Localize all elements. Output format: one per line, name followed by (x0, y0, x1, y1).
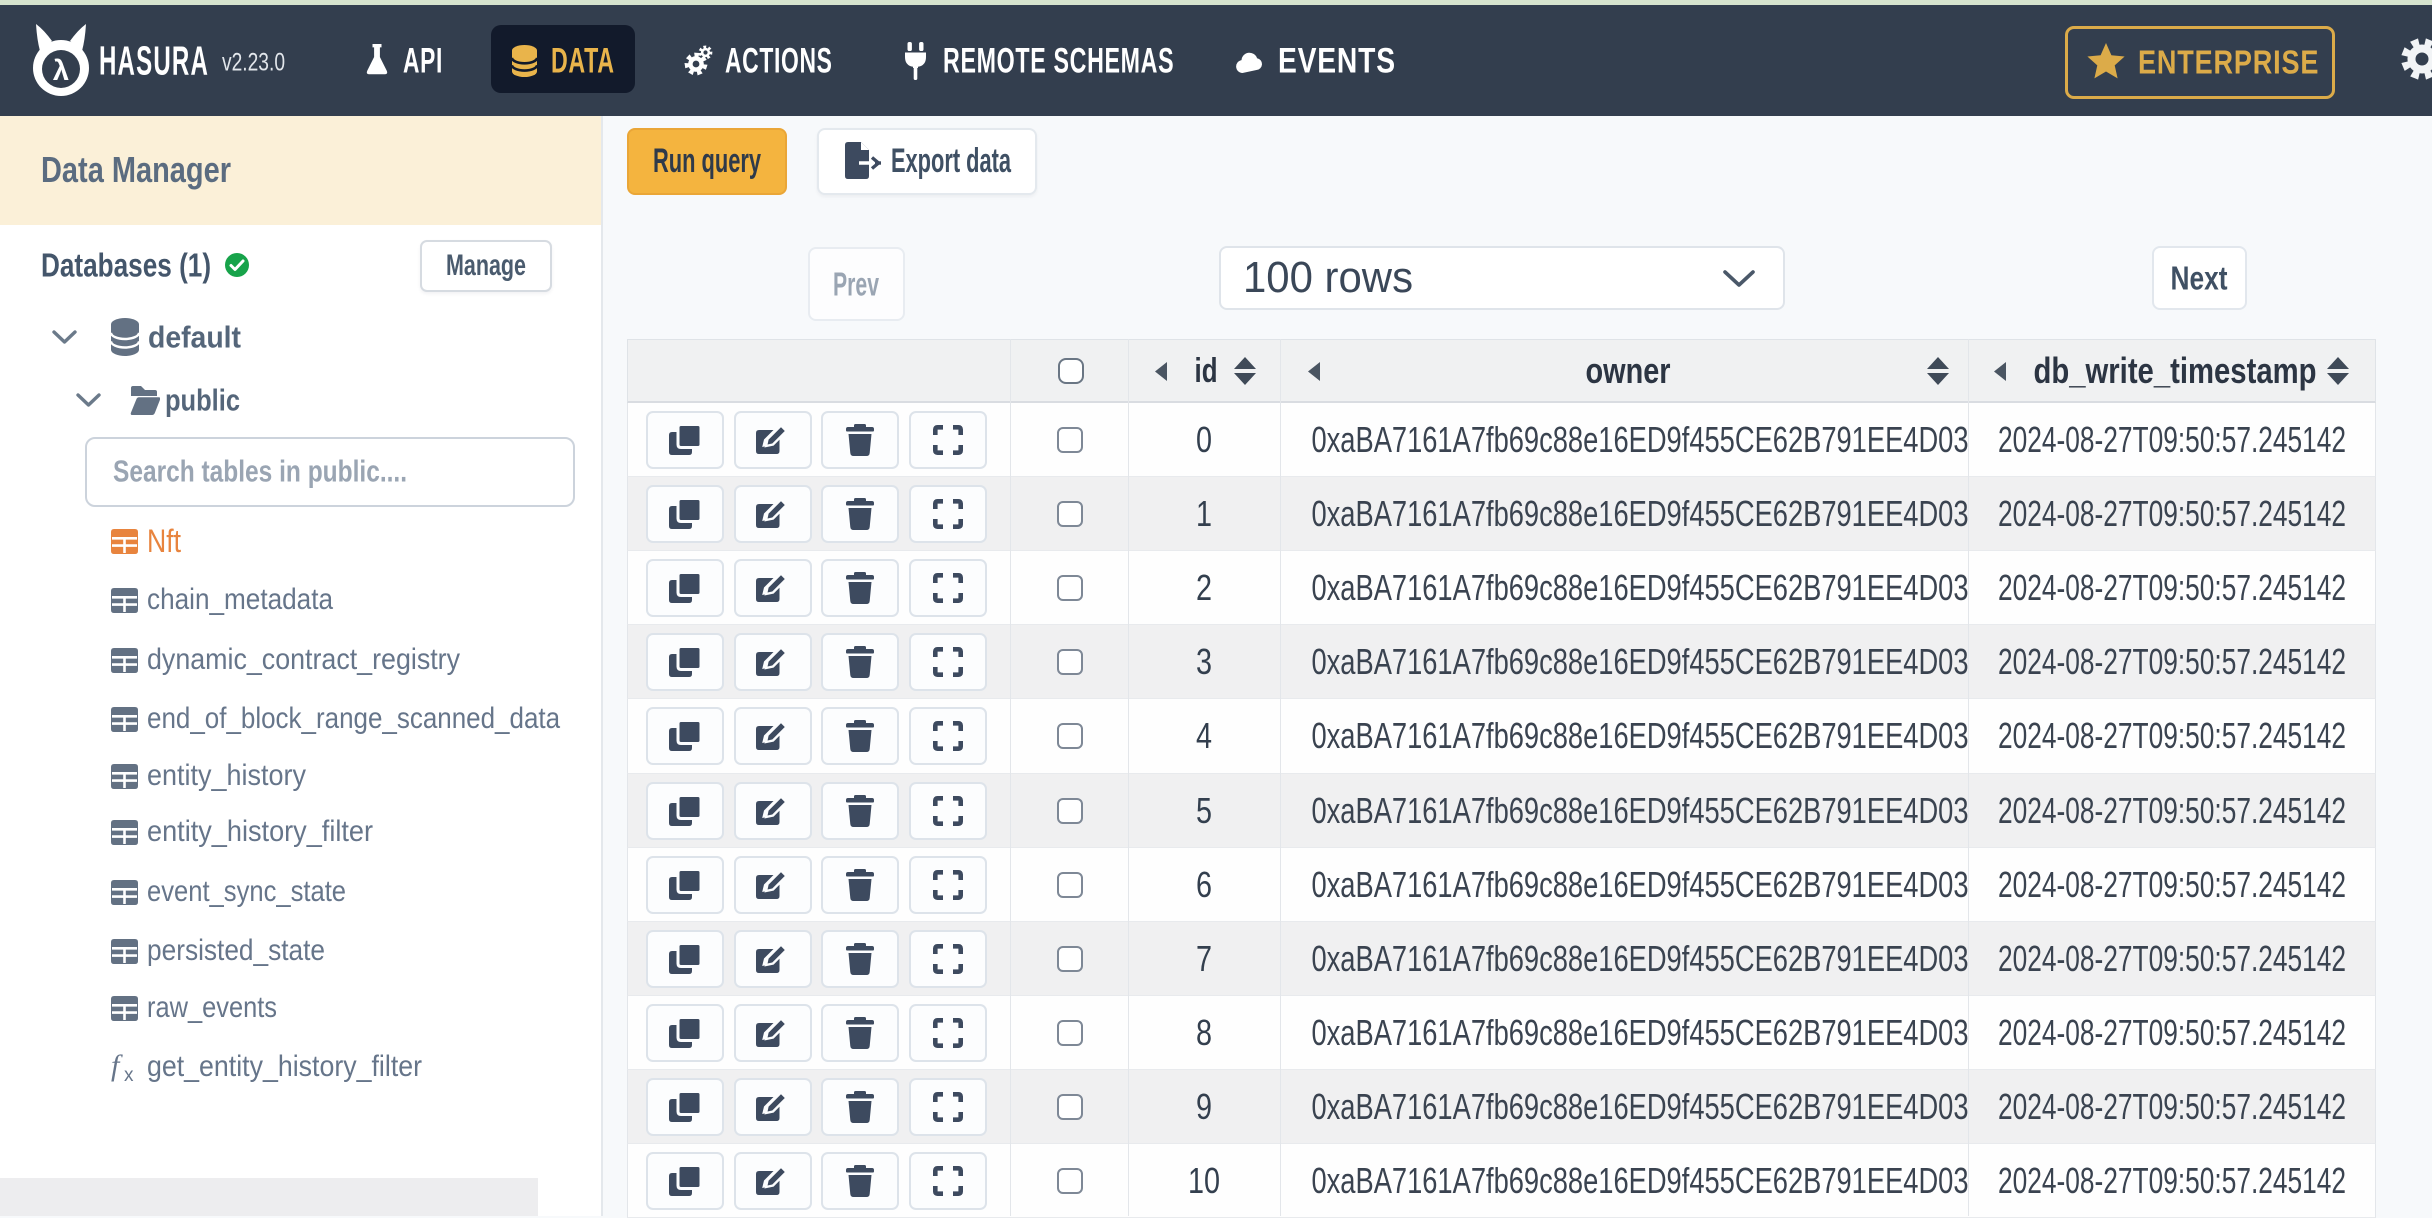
svg-text:f: f (111, 1050, 123, 1082)
svg-text:x: x (124, 1065, 134, 1084)
svg-text:λ: λ (53, 55, 69, 87)
